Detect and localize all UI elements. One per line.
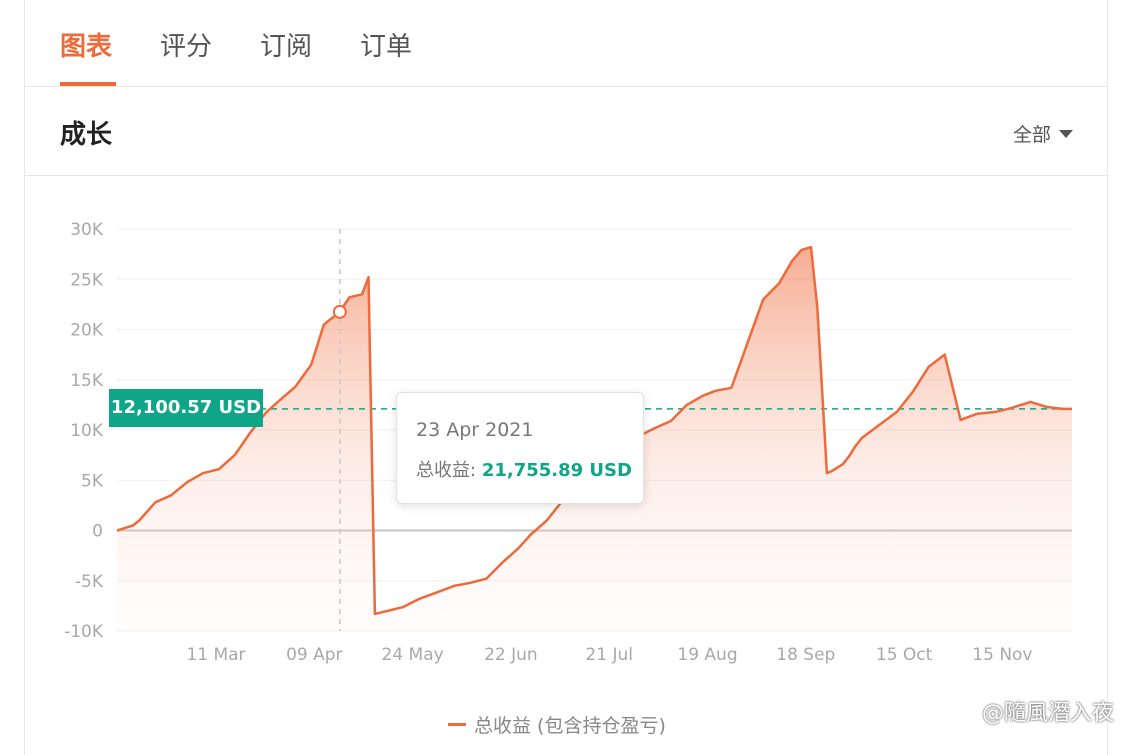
- hover-point[interactable]: [332, 304, 347, 319]
- data-point: [685, 403, 689, 407]
- data-point: [366, 275, 370, 279]
- data-point: [1029, 400, 1033, 404]
- data-point: [943, 353, 947, 357]
- data-point: [417, 597, 421, 601]
- data-point: [131, 523, 135, 527]
- data-point: [153, 500, 157, 504]
- data-point: [876, 424, 880, 428]
- chart-tooltip: 23 Apr 2021 总收益: 21,755.89 USD: [396, 392, 644, 504]
- y-tick-label: 30K: [70, 220, 104, 240]
- data-point: [975, 412, 979, 416]
- x-tick-label: 21 Jul: [585, 645, 633, 665]
- y-tick-label: 20K: [70, 321, 104, 341]
- data-point: [927, 365, 931, 369]
- x-tick-label: 22 Jun: [484, 645, 538, 665]
- y-tick-label: 0: [92, 522, 103, 542]
- data-point: [799, 248, 803, 252]
- x-axis: 11 Mar 09 Apr 24 May 22 Jun 21 Jul 19 Aug 18 S…: [186, 645, 1032, 665]
- data-point: [322, 322, 326, 326]
- data-point: [217, 467, 221, 471]
- data-point: [185, 480, 189, 484]
- x-tick-label: 18 Sep: [776, 645, 835, 665]
- data-point: [911, 390, 915, 394]
- data-point: [468, 581, 472, 585]
- data-point: [713, 389, 717, 393]
- data-point: [484, 577, 488, 581]
- data-point: [847, 454, 851, 458]
- data-point: [1022, 402, 1026, 406]
- data-point: [841, 462, 845, 466]
- y-tick-label: 15K: [70, 371, 104, 391]
- tooltip-value: 21,755.89 USD: [481, 460, 632, 481]
- data-point: [347, 295, 351, 299]
- data-point: [745, 342, 749, 346]
- data-point: [860, 436, 864, 440]
- y-tick-label: -10K: [64, 622, 104, 642]
- y-axis: 30K 25K 20K 15K 10K 5K 0 -5K -10K: [64, 220, 104, 642]
- data-point: [831, 468, 835, 472]
- data-point: [115, 529, 119, 533]
- data-point: [1045, 405, 1049, 409]
- data-point: [281, 396, 285, 400]
- data-point: [402, 605, 406, 609]
- data-point: [452, 584, 456, 588]
- data-point: [516, 547, 520, 551]
- data-point: [701, 394, 705, 398]
- data-point: [729, 386, 733, 390]
- y-tick-label: -5K: [75, 572, 104, 592]
- data-point: [761, 297, 765, 301]
- data-point: [437, 590, 441, 594]
- x-tick-label: 19 Aug: [677, 645, 737, 665]
- data-point: [994, 410, 998, 414]
- tooltip-label: 总收益:: [416, 460, 477, 481]
- y-tick-label: 25K: [70, 270, 104, 290]
- data-point: [790, 259, 794, 263]
- data-point: [265, 410, 269, 414]
- data-point: [809, 245, 813, 249]
- data-point: [1070, 407, 1074, 411]
- data-point: [201, 471, 205, 475]
- data-point: [653, 426, 657, 430]
- x-tick-label: 09 Apr: [286, 645, 342, 665]
- tooltip-row: 总收益: 21,755.89 USD: [416, 456, 632, 482]
- y-tick-label: 10K: [70, 421, 104, 441]
- data-point: [360, 292, 364, 296]
- data-point: [854, 444, 858, 448]
- x-tick-label: 11 Mar: [186, 645, 245, 665]
- data-point: [825, 471, 829, 475]
- chart-legend[interactable]: 总收益 (包含持仓盈亏): [448, 711, 666, 738]
- legend-swatch: [448, 723, 466, 726]
- data-point: [386, 609, 390, 613]
- y-tick-label: 5K: [81, 471, 104, 491]
- watermark: @隨風潛入夜: [981, 701, 1114, 726]
- data-point: [545, 518, 549, 522]
- data-point: [815, 305, 819, 309]
- current-value-badge: 12,100.57 USD: [109, 389, 263, 427]
- growth-chart[interactable]: 30K 25K 20K 15K 10K 5K 0 -5K -10K 11 Mar 09 Apr 24…: [0, 0, 1126, 755]
- data-point: [309, 363, 313, 367]
- data-point: [895, 410, 899, 414]
- data-point: [293, 385, 297, 389]
- data-point: [1060, 407, 1064, 411]
- x-tick-label: 15 Nov: [972, 645, 1032, 665]
- data-point: [249, 430, 253, 434]
- data-point: [169, 493, 173, 497]
- x-tick-label: 24 May: [382, 645, 444, 665]
- data-point: [373, 612, 377, 616]
- tooltip-date: 23 Apr 2021: [416, 419, 534, 441]
- x-tick-label: 15 Oct: [876, 645, 933, 665]
- data-point: [137, 518, 141, 522]
- data-point: [500, 561, 504, 565]
- data-point: [959, 418, 963, 422]
- data-point: [777, 281, 781, 285]
- data-point: [669, 419, 673, 423]
- data-point: [233, 453, 237, 457]
- data-point: [1010, 406, 1014, 410]
- data-point: [529, 533, 533, 537]
- legend-label: 总收益 (包含持仓盈亏): [474, 715, 666, 737]
